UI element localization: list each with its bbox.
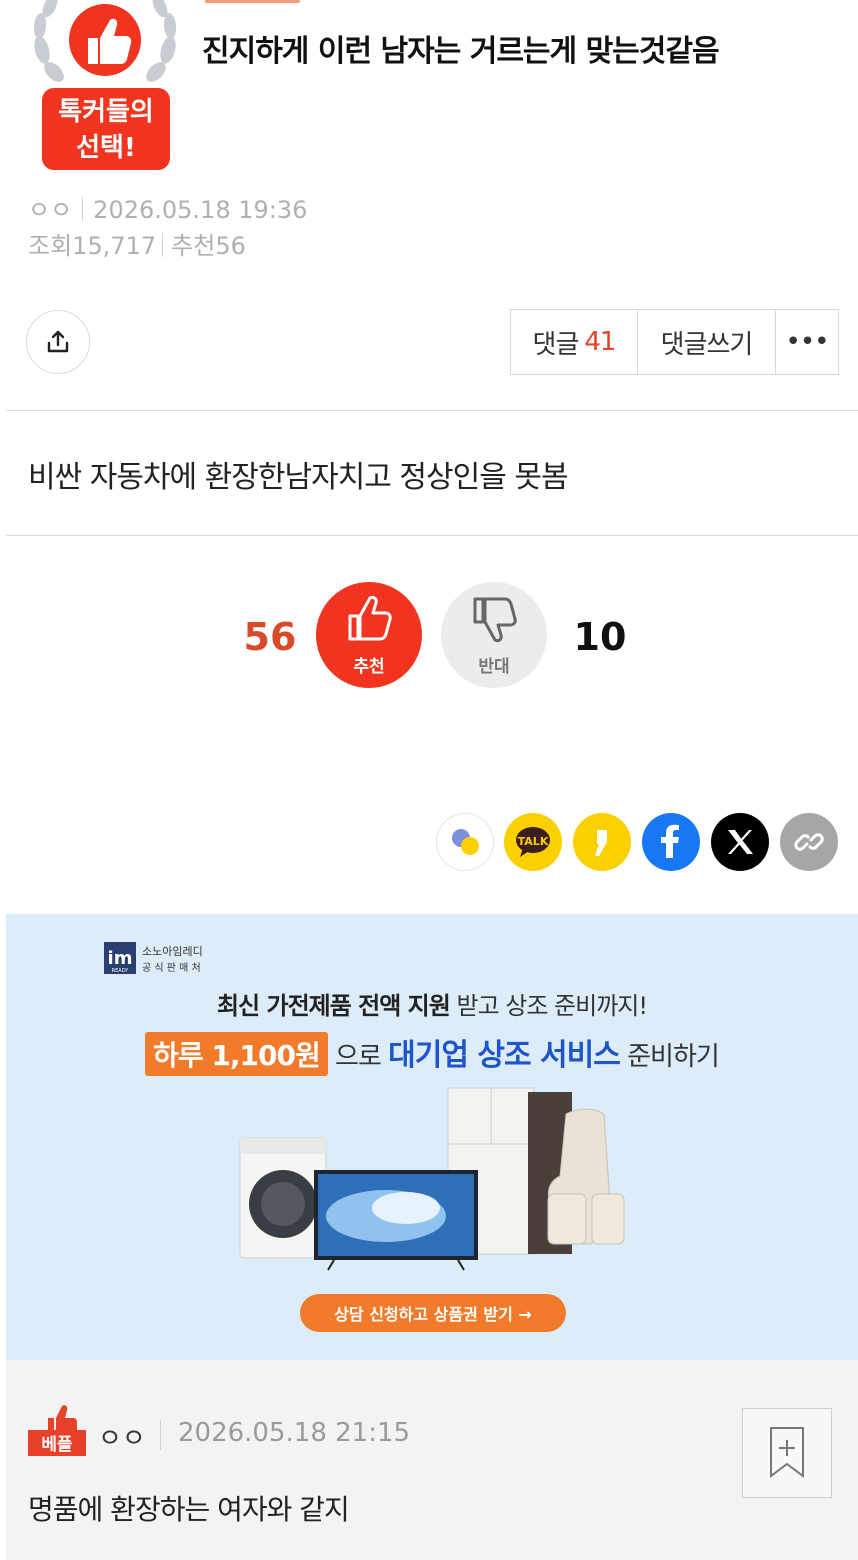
divider (82, 197, 84, 221)
comment-author[interactable]: ㅇㅇ (98, 1418, 146, 1455)
kakaostory-share-button[interactable] (436, 813, 494, 871)
comment-date: 2026.05.18 21:15 (178, 1418, 411, 1448)
ad-logo-mark: im (108, 948, 133, 969)
bookmark-button[interactable] (742, 1408, 832, 1498)
link-icon (794, 833, 824, 851)
ad-products-illustration (239, 1087, 625, 1271)
kakaotalk-icon: TALK (516, 827, 550, 857)
badge-line2: 선택! (76, 133, 136, 163)
ad-logo-top: 소노아임레디 (142, 945, 203, 958)
ad-logo-bottom: 공 식 판 매 처 (142, 962, 201, 974)
ad-line2-blue: 대기업 상조 서비스 (388, 1038, 621, 1073)
kakaostory-icon (452, 829, 479, 855)
best-comment: 베플 ㅇㅇ 2026.05.18 21:15 명품에 환장하는 여자와 같지 (6, 1360, 858, 1560)
ad-banner[interactable]: im READY 소노아임레디 공 식 판 매 처 최신 가전제품 전액 지원 … (6, 914, 858, 1360)
kakao-channel-share-button[interactable] (573, 813, 631, 871)
thumbs-down-icon (473, 597, 517, 643)
downvote-label: 반대 (478, 657, 510, 677)
ad-cta-button[interactable]: 상담 신청하고 상품권 받기 → (300, 1294, 566, 1332)
comments-button[interactable]: 댓글 41 (510, 309, 637, 375)
facebook-icon (661, 824, 679, 858)
post-meta-stats: 조회15,717 추천56 (28, 226, 246, 261)
ad-logo: im READY 소노아임레디 공 식 판 매 처 (104, 942, 234, 980)
divider (6, 410, 858, 411)
views-label: 조회 (28, 232, 73, 260)
ad-line2-mid: 으로 (335, 1042, 382, 1072)
upvote-count: 56 (243, 615, 297, 659)
post-author[interactable]: ㅇㅇ (28, 196, 72, 224)
comments-count: 41 (584, 327, 616, 357)
best-reply-badge: 베플 (26, 1396, 90, 1462)
ad-line1-bold: 최신 가전제품 전액 지원 (216, 992, 451, 1020)
recommend-label: 추천 (171, 232, 216, 260)
talkers-choice-badge: 톡커들의 선택! (30, 0, 180, 172)
post-date: 2026.05.18 19:36 (93, 196, 308, 224)
ad-price-pill: 하루 1,100원 (145, 1032, 328, 1076)
downvote-count: 10 (573, 615, 627, 659)
post-meta-author-date: ㅇㅇ 2026.05.18 19:36 (28, 190, 307, 225)
upvote-button[interactable]: 추천 (316, 582, 422, 688)
best-badge-text: 베플 (41, 1435, 73, 1455)
comments-label: 댓글 (532, 329, 580, 360)
kakaotalk-share-button[interactable]: TALK (504, 813, 562, 871)
x-share-button[interactable] (711, 813, 769, 871)
x-icon (728, 830, 753, 854)
ad-logo-sub: READY (112, 968, 130, 974)
comment-text: 명품에 환장하는 여자와 같지 (28, 1493, 350, 1526)
ad-headline-1: 최신 가전제품 전액 지원 받고 상조 준비까지! (6, 986, 858, 1021)
share-upload-icon (47, 330, 69, 353)
post-title: 진지하게 이런 남자는 거르는게 맞는것같음 (202, 34, 720, 69)
top-accent-bar (205, 0, 300, 3)
downvote-button[interactable]: 반대 (441, 582, 547, 688)
divider (160, 1420, 161, 1450)
more-options-button[interactable]: ••• (775, 309, 839, 375)
badge-line1: 톡커들의 (58, 97, 154, 127)
thumbs-up-icon (348, 595, 392, 641)
kakao-channel-icon (595, 830, 607, 856)
views-count: 15,717 (72, 232, 157, 260)
post-action-buttons: 댓글 41 댓글쓰기 ••• (510, 309, 839, 375)
bookmark-add-icon (770, 1427, 804, 1478)
write-comment-button[interactable]: 댓글쓰기 (637, 309, 775, 375)
share-button[interactable] (26, 310, 90, 374)
ad-headline-2: 하루 1,100원 으로 대기업 상조 서비스 준비하기 (6, 1030, 858, 1076)
post-body: 비싼 자동차에 환장한남자치고 정상인을 못봄 (28, 460, 569, 495)
divider (6, 535, 858, 536)
divider (162, 233, 164, 257)
ad-line2-end: 준비하기 (627, 1042, 720, 1072)
recommend-count: 56 (215, 232, 246, 260)
ad-line1-rest: 받고 상조 준비까지! (456, 992, 648, 1020)
upvote-label: 추천 (353, 657, 385, 677)
copy-link-button[interactable] (780, 813, 838, 871)
talk-text: TALK (518, 835, 549, 848)
facebook-share-button[interactable] (642, 813, 700, 871)
